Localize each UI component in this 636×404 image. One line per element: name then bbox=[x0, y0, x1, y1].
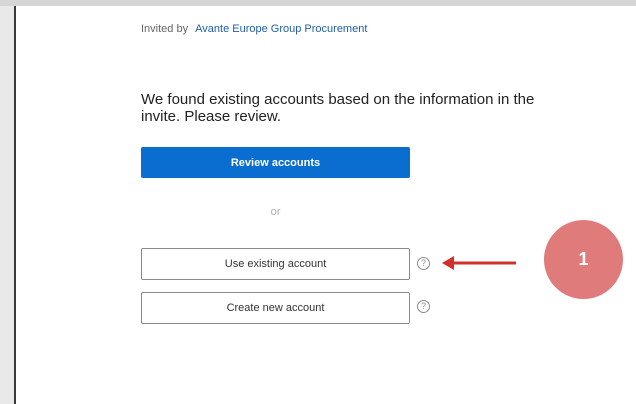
or-separator: or bbox=[270, 206, 281, 218]
page-surface bbox=[14, 6, 636, 404]
create-new-account-button[interactable]: Create new account bbox=[141, 292, 410, 324]
review-accounts-button[interactable]: Review accounts bbox=[141, 147, 410, 178]
buyer-name: Avante Europe Group Procurement bbox=[195, 23, 368, 35]
annotation-arrow-icon bbox=[442, 256, 516, 270]
invited-by-label: Invited by bbox=[141, 23, 189, 35]
invited-by-line: Invited by Avante Europe Group Procureme… bbox=[141, 23, 367, 35]
step-badge: 1 bbox=[544, 220, 623, 299]
existing-accounts-message: We found existing accounts based on the … bbox=[141, 91, 535, 125]
use-existing-account-button[interactable]: Use existing account bbox=[141, 248, 410, 280]
help-icon[interactable]: ? bbox=[417, 257, 430, 270]
help-icon[interactable]: ? bbox=[417, 300, 430, 313]
